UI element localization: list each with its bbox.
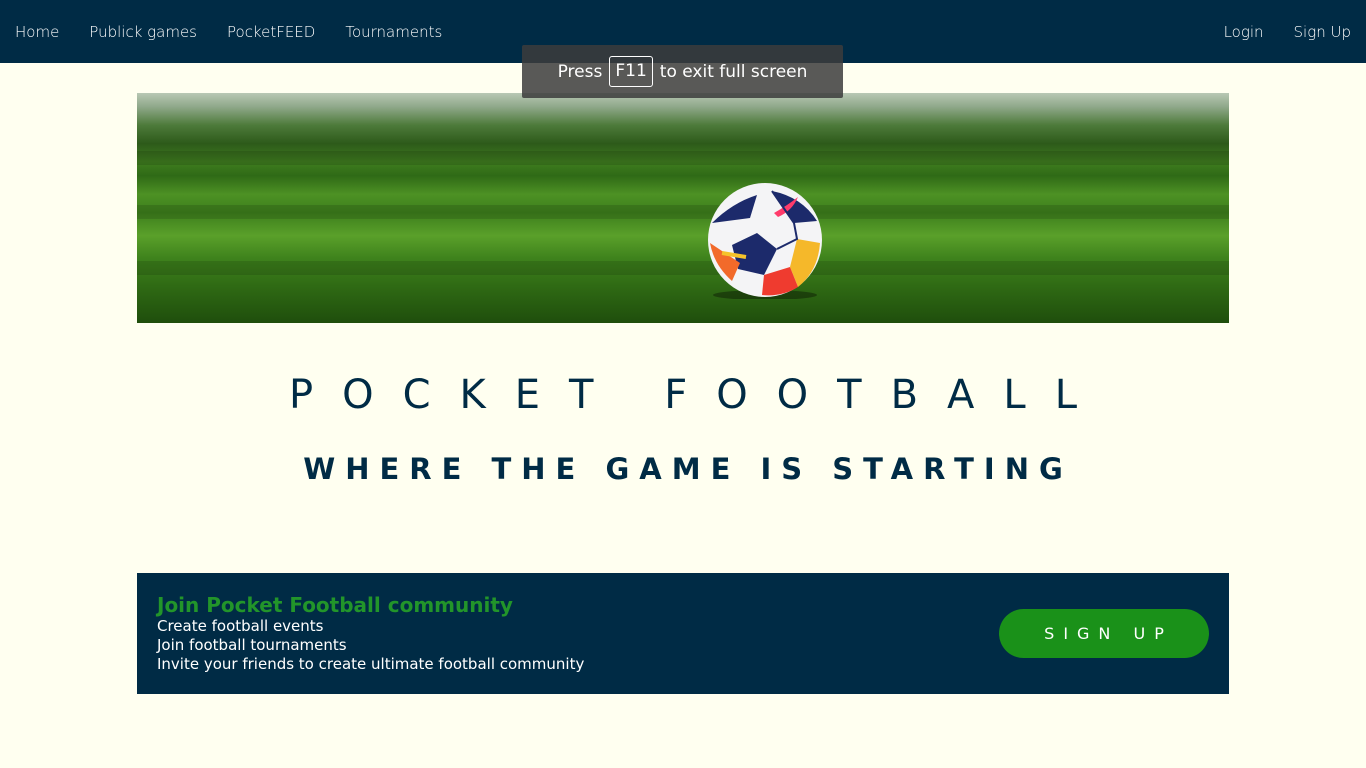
- nav-login-link[interactable]: Login: [1224, 23, 1264, 41]
- site-tagline: WHERE THE GAME IS STARTING: [303, 452, 1073, 486]
- sign-up-button[interactable]: SIGN UP: [999, 609, 1209, 658]
- nav-signup-link[interactable]: Sign Up: [1294, 23, 1351, 41]
- join-community-banner: Join Pocket Football community Create fo…: [137, 573, 1229, 694]
- f11-key-badge: F11: [609, 56, 653, 87]
- football-icon: [708, 183, 822, 299]
- nav-right-group: Login Sign Up: [1224, 23, 1351, 41]
- nav-tournaments-link[interactable]: Tournaments: [345, 23, 442, 41]
- grass-stripe: [137, 205, 1229, 219]
- nav-public-games-link[interactable]: Publick games: [89, 23, 197, 41]
- toast-suffix: to exit full screen: [659, 61, 808, 82]
- site-title: POCKET FOOTBALL: [289, 372, 1106, 418]
- nav-home-link[interactable]: Home: [15, 23, 59, 41]
- grass-stripe: [137, 261, 1229, 275]
- fullscreen-exit-toast: Press F11 to exit full screen: [522, 45, 843, 98]
- grass-stripe: [137, 151, 1229, 165]
- nav-pocketfeed-link[interactable]: PocketFEED: [227, 23, 315, 41]
- hero-image: [137, 93, 1229, 323]
- toast-prefix: Press: [557, 61, 603, 82]
- nav-left-group: Home Publick games PocketFEED Tournament…: [15, 23, 442, 41]
